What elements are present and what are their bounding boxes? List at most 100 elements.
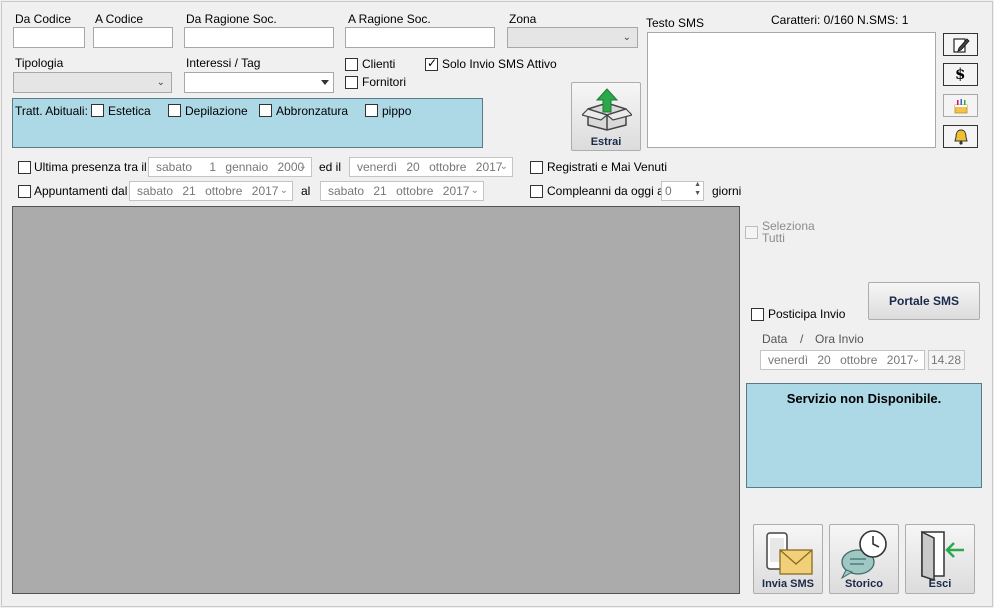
compleanni-checkbox[interactable]: [530, 185, 543, 198]
da-ragione-input[interactable]: [184, 27, 334, 48]
solo-sms-label: Solo Invio SMS Attivo: [442, 57, 557, 71]
date-month: ottobre: [205, 184, 243, 198]
invia-sms-button[interactable]: Invia SMS: [753, 524, 823, 594]
trattamento-label: pippo: [382, 104, 412, 118]
send-time-input[interactable]: 14.28: [928, 350, 965, 370]
a-codice-label: A Codice: [95, 12, 144, 26]
dollar-button[interactable]: $: [943, 63, 978, 86]
solo-sms-checkbox[interactable]: ✓: [425, 56, 438, 71]
appuntamenti-checkbox[interactable]: [18, 185, 31, 198]
ora-label: Ora Invio: [815, 332, 864, 346]
a-ragione-input[interactable]: [345, 27, 495, 48]
slash-label: /: [800, 332, 804, 346]
da-codice-input[interactable]: [13, 27, 85, 48]
zona-select[interactable]: ⌄: [507, 27, 638, 48]
phone-envelope-icon: [766, 532, 813, 575]
testo-sms-label: Testo SMS: [646, 16, 705, 30]
trattamento-checkbox-pippo[interactable]: [365, 104, 378, 117]
bell-icon: [954, 129, 968, 145]
chevron-down-icon: ⌄: [156, 77, 165, 88]
tipologia-label: Tipologia: [15, 56, 64, 70]
trattamento-checkbox-abbronzatura[interactable]: [259, 104, 272, 117]
date-day: venerdì: [357, 160, 398, 174]
esci-label: Esci: [928, 578, 952, 590]
storico-button[interactable]: Storico: [829, 524, 899, 594]
posticipa-label: Posticipa Invio: [768, 307, 846, 321]
compleanni-value: 0: [665, 184, 672, 198]
fornitori-checkbox[interactable]: [345, 76, 358, 89]
portale-sms-label: Portale SMS: [888, 294, 960, 308]
trattamento-label: Depilazione: [185, 104, 248, 118]
chevron-down-icon: ⌄: [499, 161, 508, 172]
bell-button[interactable]: [943, 125, 978, 148]
results-grid[interactable]: [12, 206, 740, 594]
date-num: 20: [817, 353, 831, 367]
date-year: 2017: [475, 160, 503, 174]
date-day: venerdì: [768, 353, 809, 367]
portale-sms-button[interactable]: Portale SMS: [868, 282, 980, 320]
compleanni-spinner[interactable]: 0 ▲ ▼: [661, 181, 704, 201]
ultima-presenza-checkbox[interactable]: [18, 161, 31, 174]
dollar-icon: $: [955, 65, 966, 83]
invia-sms-label: Invia SMS: [762, 578, 814, 590]
interessi-select[interactable]: [184, 72, 334, 93]
da-codice-label: Da Codice: [15, 12, 72, 26]
date-year: 2017: [442, 184, 470, 198]
a-codice-input[interactable]: [93, 27, 173, 48]
status-panel: Servizio non Disponibile.: [746, 383, 982, 488]
compleanni-label: Compleanni da oggi a: [547, 184, 664, 198]
ultima-to-date[interactable]: venerdì 20 ottobre 2017 ⌄: [349, 157, 513, 177]
seleziona-tutti-checkbox[interactable]: [745, 226, 758, 239]
estrai-button[interactable]: Estrai: [571, 82, 641, 151]
seleziona-tutti-label: Seleziona Tutti: [762, 220, 815, 244]
edit-button[interactable]: [943, 33, 978, 56]
date-year: 2017: [886, 353, 914, 367]
tipologia-select[interactable]: ⌄: [13, 72, 172, 93]
appuntamenti-label: Appuntamenti dal: [34, 184, 128, 198]
chevron-down-icon: ⌄: [622, 32, 631, 43]
trattamento-checkbox-depilazione[interactable]: [168, 104, 181, 117]
giorni-label: giorni: [712, 184, 742, 198]
date-num: 1: [209, 160, 217, 174]
ultima-from-date[interactable]: sabato 1 gennaio 2000 ⌄: [148, 157, 312, 177]
trattamenti-panel: Tratt. Abituali: Estetica Depilazione Ab…: [12, 98, 483, 148]
caret-down-icon: [321, 80, 329, 85]
clienti-checkbox[interactable]: [345, 58, 358, 71]
sms-counter: Caratteri: 0/160 N.SMS: 1: [771, 13, 909, 27]
date-num: 21: [182, 184, 196, 198]
trattamento-label: Estetica: [108, 104, 151, 118]
esci-button[interactable]: Esci: [905, 524, 975, 594]
registrati-label: Registrati e Mai Venuti: [547, 160, 668, 174]
storico-label: Storico: [845, 578, 883, 590]
sms-textarea[interactable]: [647, 32, 936, 148]
spin-down-icon[interactable]: ▼: [694, 190, 701, 197]
date-month: ottobre: [396, 184, 434, 198]
date-month: ottobre: [429, 160, 467, 174]
chevron-down-icon: ⌄: [298, 161, 307, 172]
send-date[interactable]: venerdì 20 ottobre 2017 ⌄: [760, 350, 925, 370]
posticipa-checkbox[interactable]: [751, 308, 764, 321]
ed-il-label: ed il: [319, 160, 342, 174]
app-to-date[interactable]: sabato 21 ottobre 2017 ⌄: [320, 181, 484, 201]
date-month: gennaio: [225, 160, 269, 174]
da-ragione-label: Da Ragione Soc.: [186, 12, 277, 26]
date-num: 21: [373, 184, 387, 198]
date-day: sabato: [137, 184, 174, 198]
birthday-button[interactable]: [943, 94, 978, 117]
a-ragione-label: A Ragione Soc.: [348, 12, 431, 26]
date-day: sabato: [156, 160, 193, 174]
chevron-down-icon: ⌄: [470, 185, 479, 196]
trattamento-checkbox-estetica[interactable]: [91, 104, 104, 117]
estrai-label: Estrai: [590, 136, 622, 148]
trattamento-label: Abbronzatura: [276, 104, 349, 118]
spin-up-icon[interactable]: ▲: [694, 181, 701, 188]
date-day: sabato: [328, 184, 365, 198]
zona-label: Zona: [509, 12, 537, 26]
chevron-down-icon: ⌄: [279, 185, 288, 196]
date-num: 20: [406, 160, 420, 174]
app-from-date[interactable]: sabato 21 ottobre 2017 ⌄: [129, 181, 293, 201]
registrati-checkbox[interactable]: [530, 161, 543, 174]
clienti-label: Clienti: [362, 57, 396, 71]
date-year: 2017: [251, 184, 279, 198]
edit-note-icon: [953, 38, 970, 53]
